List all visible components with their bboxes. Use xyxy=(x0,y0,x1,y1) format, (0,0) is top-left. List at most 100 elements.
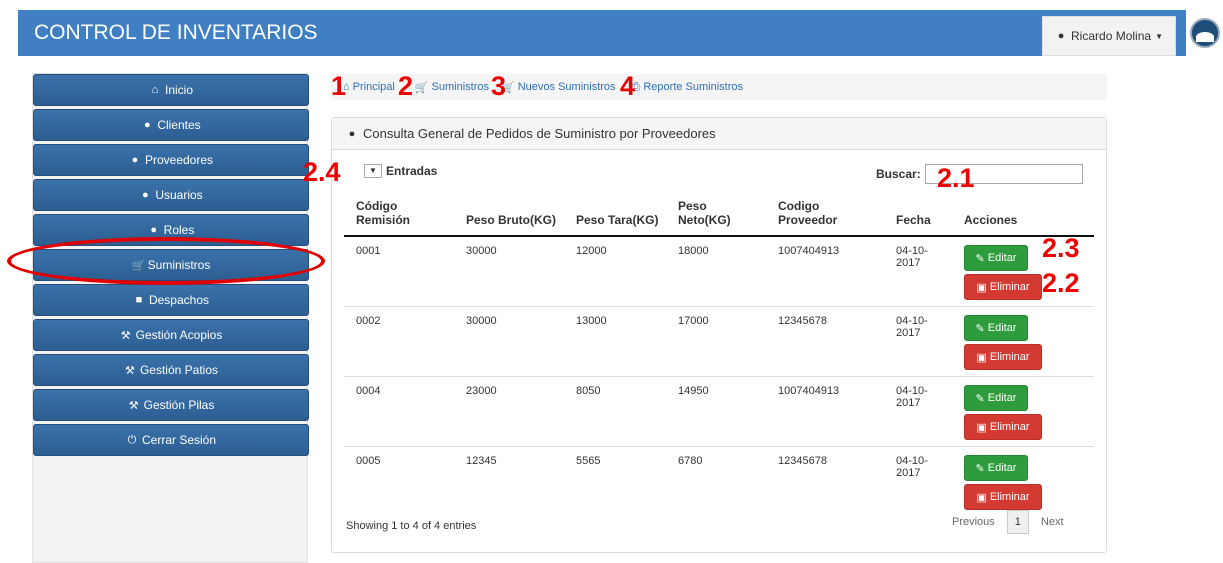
cell-neto: 14950 xyxy=(666,376,766,447)
wrench-icon: ⚒ xyxy=(125,364,135,377)
delete-label: Eliminar xyxy=(989,281,1030,293)
next-button[interactable]: Next xyxy=(1033,510,1072,534)
home-icon: ⌂ xyxy=(151,84,159,96)
delete-button[interactable]: ▣ Eliminar xyxy=(964,274,1042,300)
cell-neto: 6780 xyxy=(666,446,766,516)
user-icon: ● xyxy=(150,224,157,236)
search-box: Buscar: xyxy=(876,164,1083,184)
table-row: 0005 12345 5565 6780 12345678 04-10-2017… xyxy=(344,446,1094,516)
sidebar-item-despachos[interactable]: ■ Despachos xyxy=(33,284,309,316)
delete-label: Eliminar xyxy=(989,351,1030,363)
annotation-1: 1 xyxy=(331,71,347,101)
user-icon: ● xyxy=(131,154,139,166)
delete-label: Eliminar xyxy=(989,421,1030,433)
user-menu[interactable]: ● Ricardo Molina ▼ xyxy=(1042,16,1176,56)
cell-bruto: 23000 xyxy=(454,376,564,447)
pencil-icon: ✎ xyxy=(975,322,985,335)
app-title: CONTROL DE INVENTARIOS xyxy=(34,21,318,44)
delete-button[interactable]: ▣ Eliminar xyxy=(964,484,1042,510)
edit-button[interactable]: ✎ Editar xyxy=(964,385,1028,411)
cell-bruto: 30000 xyxy=(466,245,497,257)
cell-neto: 17000 xyxy=(666,306,766,377)
cell-codigo: 0001 xyxy=(356,245,381,257)
col-fecha[interactable]: Fecha xyxy=(884,192,952,237)
col-codigo-proveedor[interactable]: Codigo Proveedor xyxy=(766,192,884,237)
annotation-2-1: 2.1 xyxy=(937,163,975,193)
page-1-button[interactable]: 1 xyxy=(1006,510,1029,534)
table-row: 0004 23000 8050 14950 1007404913 04-10-2… xyxy=(344,376,1094,447)
user-icon: ● xyxy=(141,189,149,201)
table-row: 0001 30000 12000 18000 1007404913 04-10-… xyxy=(344,236,1094,307)
col-peso-neto[interactable]: Peso Neto(KG) xyxy=(666,192,766,237)
edit-button[interactable]: ✎ Editar xyxy=(964,455,1028,481)
pencil-icon: ✎ xyxy=(975,252,985,265)
power-icon: ⏻ xyxy=(127,433,137,446)
sidebar-item-inicio[interactable]: ⌂ Inicio xyxy=(33,74,309,106)
sidebar-item-gestion-pilas[interactable]: ⚒ Gestión Pilas xyxy=(33,389,309,421)
breadcrumb-suministros[interactable]: 🛒 Suministros xyxy=(415,81,489,94)
table-row: 0002 30000 13000 17000 12345678 04-10-20… xyxy=(344,306,1094,377)
cell-neto: 18000 xyxy=(678,245,709,257)
col-peso-bruto[interactable]: Peso Bruto(KG) xyxy=(454,192,564,237)
previous-button[interactable]: Previous xyxy=(944,510,1003,534)
breadcrumb: ⌂ Principal 🛒 Suministros 🛒 Nuevos Sumin… xyxy=(331,74,1107,100)
sidebar-item-label: Inicio xyxy=(164,83,193,97)
sidebar-item-label: Gestión Acopios xyxy=(135,328,223,342)
panel-header: ● Consulta General de Pedidos de Suminis… xyxy=(332,118,1106,150)
annotation-2: 2 xyxy=(398,71,414,101)
cell-acciones: ✎ Editar ▣ Eliminar xyxy=(952,376,1094,447)
col-peso-tara[interactable]: Peso Tara(KG) xyxy=(564,192,666,237)
trash-icon: ▣ xyxy=(976,351,987,364)
user-name: Ricardo Molina xyxy=(1071,29,1152,43)
sidebar-item-label: Roles xyxy=(163,223,195,237)
breadcrumb-nuevos-suministros[interactable]: 🛒 Nuevos Suministros xyxy=(501,81,616,94)
sidebar-item-label: Gestión Patios xyxy=(139,363,219,377)
logo xyxy=(1186,10,1223,56)
edit-button[interactable]: ✎ Editar xyxy=(964,245,1028,271)
annotation-2-3: 2.3 xyxy=(1042,233,1080,263)
entries-select[interactable]: ▼ xyxy=(364,164,382,178)
delete-button[interactable]: ▣ Eliminar xyxy=(964,344,1042,370)
panel-title: Consulta General de Pedidos de Suministr… xyxy=(363,126,716,141)
sidebar-item-label: Gestión Pilas xyxy=(143,398,215,412)
briefcase-icon: ■ xyxy=(135,294,143,306)
caret-down-icon: ▼ xyxy=(1155,31,1163,41)
col-codigo-remision[interactable]: Código Remisión xyxy=(344,192,454,237)
annotation-2-2: 2.2 xyxy=(1042,268,1080,298)
sidebar-item-usuarios[interactable]: ● Usuarios xyxy=(33,179,309,211)
wrench-icon: ⚒ xyxy=(120,329,131,342)
cell-proveedor: 12345678 xyxy=(766,306,884,377)
breadcrumb-principal[interactable]: ⌂ Principal xyxy=(343,81,395,93)
edit-button[interactable]: ✎ Editar xyxy=(964,315,1028,341)
cell-codigo: 0002 xyxy=(344,306,454,377)
annotation-2-4: 2.4 xyxy=(303,157,341,187)
col-acciones: Acciones xyxy=(952,192,1094,237)
breadcrumb-label: Principal xyxy=(352,81,395,93)
sidebar-item-gestion-acopios[interactable]: ⚒ Gestión Acopios xyxy=(33,319,309,351)
delete-label: Eliminar xyxy=(989,491,1030,503)
pagination: Previous 1 Next xyxy=(944,510,1072,534)
cell-tara: 12000 xyxy=(576,245,607,257)
cell-proveedor: 1007404913 xyxy=(778,245,840,257)
sidebar-item-label: Cerrar Sesión xyxy=(141,433,217,447)
suministros-table: Código Remisión Peso Bruto(KG) Peso Tara… xyxy=(344,192,1094,516)
sidebar-item-gestion-patios[interactable]: ⚒ Gestión Patios xyxy=(33,354,309,386)
breadcrumb-reporte-suministros[interactable]: ⎙ Reporte Suministros xyxy=(632,81,743,94)
entries-length: ▼ Entradas xyxy=(364,164,437,178)
breadcrumb-label: Nuevos Suministros xyxy=(517,81,616,93)
trash-icon: ▣ xyxy=(976,491,987,504)
delete-button[interactable]: ▣ Eliminar xyxy=(964,414,1042,440)
sidebar-item-clientes[interactable]: ● Clientes xyxy=(33,109,309,141)
table-header-row: Código Remisión Peso Bruto(KG) Peso Tara… xyxy=(344,192,1094,237)
cell-fecha: 04-10-2017 xyxy=(884,376,952,447)
cell-bruto: 30000 xyxy=(454,306,564,377)
trash-icon: ▣ xyxy=(976,421,987,434)
cell-tara: 5565 xyxy=(564,446,666,516)
cell-tara: 8050 xyxy=(564,376,666,447)
sidebar-item-proveedores[interactable]: ● Proveedores xyxy=(33,144,309,176)
highlight-ellipse xyxy=(7,237,325,285)
sidebar-item-cerrar-sesion[interactable]: ⏻ Cerrar Sesión xyxy=(33,424,309,456)
cell-bruto: 12345 xyxy=(454,446,564,516)
annotation-4: 4 xyxy=(620,71,636,101)
sidebar-item-label: Clientes xyxy=(157,118,201,132)
